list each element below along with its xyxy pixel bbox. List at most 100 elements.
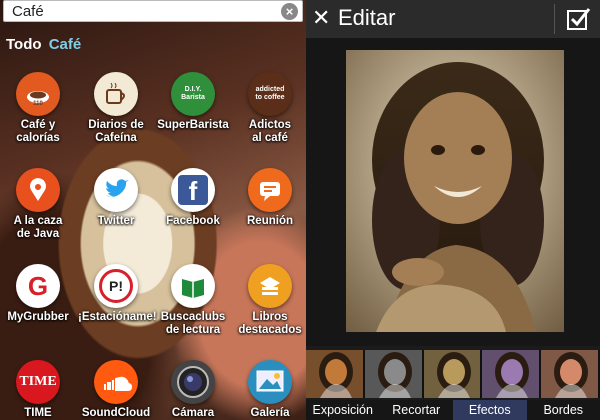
book-icon bbox=[171, 264, 215, 308]
app-adictos[interactable]: addicted to coffee Adictos al café bbox=[232, 72, 306, 145]
tab-exposicion[interactable]: Exposición bbox=[306, 400, 380, 420]
app-superbarista[interactable]: D.I.Y. Barista SuperBarista bbox=[155, 72, 231, 132]
app-label-line-1: Buscaclubs bbox=[160, 311, 226, 323]
facebook-badge: f bbox=[178, 175, 208, 206]
parking-icon: P! bbox=[94, 264, 138, 308]
app-label: Libros destacados bbox=[232, 311, 306, 337]
filter-row: Todo Café bbox=[6, 36, 81, 53]
tab-bordes[interactable]: Bordes bbox=[527, 400, 600, 420]
filter-all[interactable]: Todo bbox=[6, 36, 42, 53]
app-label-line-1: Reunión bbox=[247, 215, 293, 227]
app-estacióname[interactable]: P! ¡Estacióname! bbox=[78, 264, 157, 324]
map-pin-icon bbox=[16, 168, 60, 212]
time-magazine-icon: TIME bbox=[16, 360, 60, 404]
effect-thumbnail[interactable] bbox=[306, 350, 365, 398]
barista-icon: D.I.Y. Barista bbox=[171, 72, 215, 116]
editor-header: ✕ Editar bbox=[306, 0, 600, 38]
twitter-bird-icon bbox=[94, 168, 138, 212]
app-soundcloud[interactable]: SoundCloud bbox=[78, 360, 154, 420]
coffee-cup-icon: 110 bbox=[16, 72, 60, 116]
app-mygrubber[interactable]: G MyGrubber bbox=[0, 264, 76, 324]
editor-tabs: Exposición Recortar Efectos Bordes bbox=[306, 400, 600, 420]
app-label-line-1: Galería bbox=[250, 407, 290, 419]
app-label: Galería bbox=[232, 407, 306, 420]
close-icon[interactable]: ✕ bbox=[312, 5, 330, 31]
app-label: Reunión bbox=[232, 215, 306, 228]
coffee-mug-icon bbox=[94, 72, 138, 116]
app-label-line-1: A la caza bbox=[13, 215, 63, 227]
app-label-line-2: de Java bbox=[16, 228, 60, 240]
app-galería[interactable]: Galería bbox=[232, 360, 306, 420]
app-label-line-1: Adictos bbox=[248, 119, 292, 131]
app-label: Cámara bbox=[155, 407, 231, 420]
search-results-screen: Café × Todo Café 110 Café y calorías Diario… bbox=[0, 0, 306, 420]
app-label-line-1: SoundCloud bbox=[81, 407, 151, 419]
effect-thumbnail[interactable] bbox=[423, 350, 483, 398]
effect-thumbnail[interactable] bbox=[541, 350, 600, 398]
effect-thumbnails bbox=[306, 350, 600, 398]
app-label: Diarios de Cafeína bbox=[78, 119, 154, 145]
checkmark-icon[interactable] bbox=[564, 5, 592, 33]
parking-badge: P! bbox=[99, 269, 133, 303]
app-label-line-1: Libros bbox=[252, 311, 288, 323]
app-time[interactable]: TIME TIME bbox=[0, 360, 76, 420]
addicted-to-coffee-badge: addicted to coffee bbox=[255, 86, 285, 101]
soundcloud-icon bbox=[94, 360, 138, 404]
app-a-la-caza[interactable]: A la caza de Java bbox=[0, 168, 76, 241]
app-label-line-2: destacados bbox=[238, 324, 302, 336]
page-title: Editar bbox=[338, 5, 396, 30]
addicted-to-coffee-icon: addicted to coffee bbox=[248, 72, 292, 116]
app-label: TIME bbox=[0, 407, 76, 420]
search-bar[interactable]: Café × bbox=[3, 0, 303, 22]
mygrubber-icon: G bbox=[16, 264, 60, 308]
effect-thumbnail[interactable] bbox=[364, 350, 424, 398]
app-label: ¡Estacióname! bbox=[78, 311, 157, 324]
clear-search-icon[interactable]: × bbox=[281, 3, 298, 20]
camera-icon bbox=[171, 360, 215, 404]
app-label: Café y calorías bbox=[0, 119, 76, 145]
app-label-line-1: MyGrubber bbox=[7, 311, 69, 323]
barista-badge: D.I.Y. Barista bbox=[181, 86, 205, 101]
svg-text:110: 110 bbox=[33, 101, 43, 107]
app-label: Adictos al café bbox=[232, 119, 306, 145]
app-label: Twitter bbox=[78, 215, 154, 228]
photo-canvas bbox=[306, 38, 600, 346]
header-divider bbox=[554, 4, 555, 34]
mygrubber-badge: G bbox=[27, 270, 49, 301]
filter-current[interactable]: Café bbox=[49, 36, 82, 53]
chat-bubble-icon bbox=[248, 168, 292, 212]
gallery-icon bbox=[248, 360, 292, 404]
app-buscaclubs[interactable]: Buscaclubs de lectura bbox=[155, 264, 231, 337]
app-label-line-2: al café bbox=[252, 132, 288, 144]
app-reunión[interactable]: Reunión bbox=[232, 168, 306, 228]
photo-editor: ✕ Editar Exposición Recortar Efectos Bor… bbox=[306, 0, 600, 420]
app-label-line-1: Café y bbox=[20, 119, 56, 131]
books-stack-icon bbox=[248, 264, 292, 308]
app-label-line-1: ¡Estacióname! bbox=[78, 311, 157, 323]
tab-recortar[interactable]: Recortar bbox=[380, 400, 454, 420]
effect-thumbnail[interactable] bbox=[482, 350, 542, 398]
app-libros[interactable]: Libros destacados bbox=[232, 264, 306, 337]
app-label: A la caza de Java bbox=[0, 215, 76, 241]
search-input[interactable]: Café bbox=[12, 3, 44, 20]
tab-efectos[interactable]: Efectos bbox=[453, 400, 527, 420]
app-label-line-2: Cafeína bbox=[95, 132, 137, 144]
app-label: Facebook bbox=[155, 215, 231, 228]
app-label: Buscaclubs de lectura bbox=[155, 311, 231, 337]
app-label-line-2: calorías bbox=[16, 132, 60, 144]
time-magazine-badge: TIME bbox=[19, 374, 57, 389]
app-label-line-1: TIME bbox=[24, 407, 52, 419]
edited-photo[interactable] bbox=[346, 50, 564, 332]
app-café-y[interactable]: 110 Café y calorías bbox=[0, 72, 76, 145]
app-label: SuperBarista bbox=[155, 119, 231, 132]
app-cámara[interactable]: Cámara bbox=[155, 360, 231, 420]
app-diarios-de[interactable]: Diarios de Cafeína bbox=[78, 72, 154, 145]
app-label: MyGrubber bbox=[0, 311, 76, 324]
app-label: SoundCloud bbox=[78, 407, 154, 420]
app-label-line-2: de lectura bbox=[165, 324, 221, 336]
app-label-line-1: SuperBarista bbox=[157, 119, 229, 131]
app-twitter[interactable]: Twitter bbox=[78, 168, 154, 228]
app-label-line-1: Twitter bbox=[97, 215, 135, 227]
app-facebook[interactable]: f Facebook bbox=[155, 168, 231, 228]
app-label-line-1: Cámara bbox=[171, 407, 215, 419]
